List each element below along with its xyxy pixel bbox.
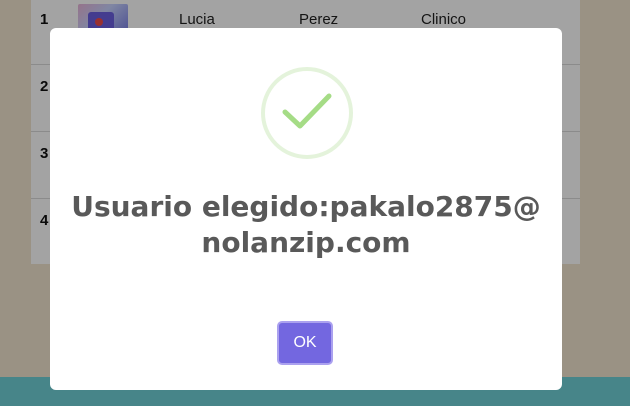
success-check-icon — [261, 67, 353, 159]
ok-button[interactable]: OK — [277, 321, 333, 365]
success-dialog: Usuario elegido:pakalo2875@nolanzip.com … — [50, 28, 562, 390]
page: 1 Lucia Perez Clinico 2 3 4 Usuario eleg… — [0, 0, 630, 406]
dialog-title: Usuario elegido:pakalo2875@nolanzip.com — [71, 190, 541, 259]
